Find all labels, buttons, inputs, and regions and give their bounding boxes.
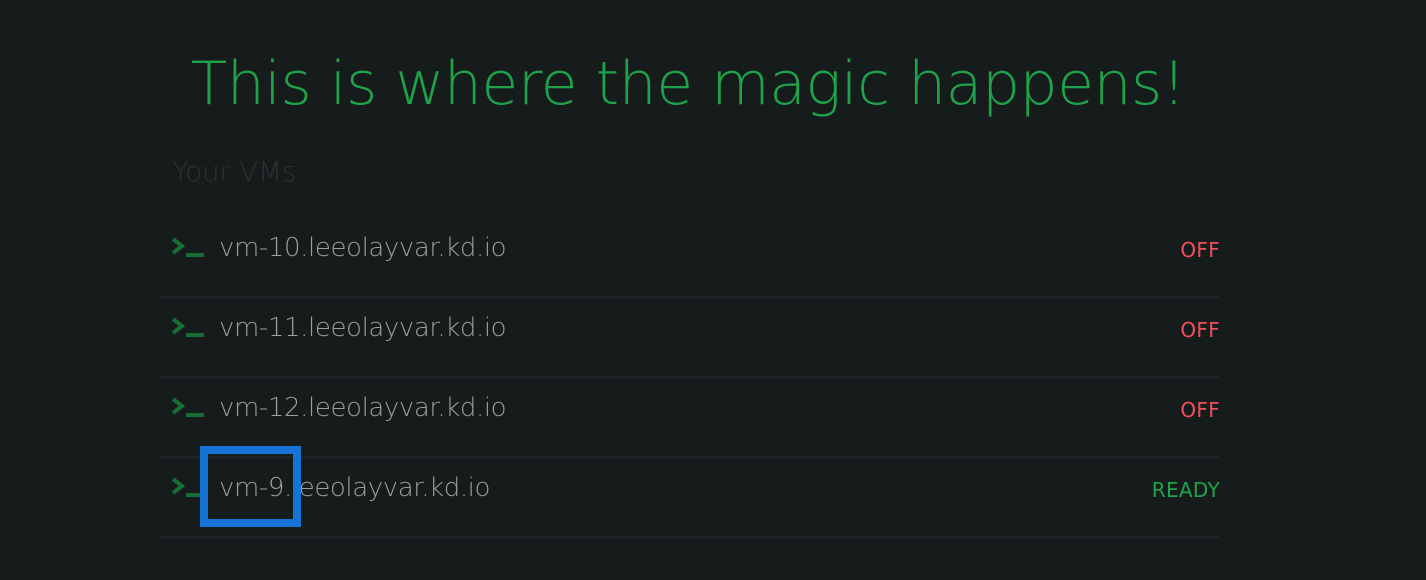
terminal-icon: [171, 236, 207, 260]
your-vms-label: Your VMs: [172, 155, 297, 188]
vm-row[interactable]: vm-10.leeolayvar.kd.io OFF: [160, 218, 1220, 298]
vm-hostname: vm-9.leeolayvar.kd.io: [219, 473, 491, 503]
vm-hostname: vm-11.leeolayvar.kd.io: [219, 313, 507, 343]
vm-status-badge: READY: [1151, 478, 1220, 502]
terminal-icon: [171, 396, 207, 420]
terminal-icon: [171, 476, 207, 500]
vm-status-badge: OFF: [1180, 398, 1220, 422]
vm-status-badge: OFF: [1180, 238, 1220, 262]
vm-row[interactable]: vm-12.leeolayvar.kd.io OFF: [160, 378, 1220, 458]
vm-row[interactable]: vm-11.leeolayvar.kd.io OFF: [160, 298, 1220, 378]
terminal-icon: [171, 316, 207, 340]
vm-hostname: vm-10.leeolayvar.kd.io: [219, 233, 507, 263]
page-headline: This is where the magic happens!: [190, 49, 1186, 119]
vm-row[interactable]: vm-9.leeolayvar.kd.io READY: [160, 458, 1220, 538]
vm-status-badge: OFF: [1180, 318, 1220, 342]
vm-hostname: vm-12.leeolayvar.kd.io: [219, 393, 507, 423]
vm-list: vm-10.leeolayvar.kd.io OFF vm-11.leeolay…: [160, 218, 1220, 538]
